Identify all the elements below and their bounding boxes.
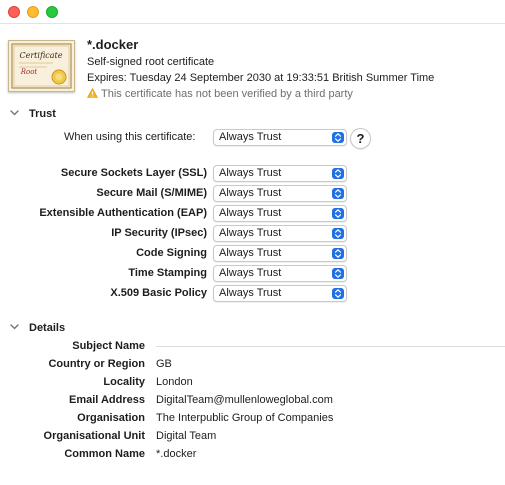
policy-label-eap: Extensible Authentication (EAP): [39, 207, 207, 219]
certificate-expiry: Expires: Tuesday 24 September 2030 at 19…: [87, 72, 435, 84]
subject-name-divider: [156, 346, 505, 347]
policy-value-time-stamping: Always Trust: [219, 267, 282, 279]
policy-popup-x509[interactable]: Always Trust: [213, 285, 347, 302]
minimize-window-button[interactable]: [27, 6, 39, 18]
details-section-toggle[interactable]: Details: [10, 321, 65, 334]
popup-arrows-icon: [332, 168, 344, 179]
policy-label-ssl: Secure Sockets Layer (SSL): [60, 167, 207, 179]
popup-arrows-icon: [332, 132, 344, 143]
popup-arrows-icon: [332, 208, 344, 219]
warning-icon: [86, 87, 99, 101]
certificate-warning: This certificate has not been verified b…: [86, 87, 353, 101]
policy-value-ssl: Always Trust: [219, 167, 282, 179]
detail-value-common-name: *.docker: [156, 448, 197, 460]
detail-label-country: Country or Region: [48, 358, 145, 370]
trust-section-toggle[interactable]: Trust: [10, 107, 56, 120]
detail-label-organisation: Organisation: [77, 412, 145, 424]
policy-popup-smime[interactable]: Always Trust: [213, 185, 347, 202]
detail-value-org-unit: Digital Team: [156, 430, 217, 442]
popup-arrows-icon: [332, 288, 344, 299]
certificate-type: Self-signed root certificate: [87, 56, 215, 68]
policy-label-time-stamping: Time Stamping: [128, 267, 207, 279]
policy-value-x509: Always Trust: [219, 287, 282, 299]
policy-popup-ssl[interactable]: Always Trust: [213, 165, 347, 182]
detail-label-locality: Locality: [103, 376, 145, 388]
policy-value-code-signing: Always Trust: [219, 247, 282, 259]
maximize-window-button[interactable]: [46, 6, 58, 18]
help-button[interactable]: ?: [350, 128, 371, 149]
policy-label-smime: Secure Mail (S/MIME): [96, 187, 207, 199]
policy-popup-time-stamping[interactable]: Always Trust: [213, 265, 347, 282]
detail-label-common-name: Common Name: [64, 448, 145, 460]
policy-value-eap: Always Trust: [219, 207, 282, 219]
detail-value-organisation: The Interpublic Group of Companies: [156, 412, 334, 424]
policy-label-x509: X.509 Basic Policy: [110, 287, 207, 299]
policy-value-ipsec: Always Trust: [219, 227, 282, 239]
policy-popup-eap[interactable]: Always Trust: [213, 205, 347, 222]
detail-label-email: Email Address: [68, 394, 145, 406]
close-window-button[interactable]: [8, 6, 20, 18]
certificate-icon: Certificate Root: [8, 40, 75, 92]
policy-value-smime: Always Trust: [219, 187, 282, 199]
when-using-popup[interactable]: Always Trust: [213, 129, 347, 146]
subject-name-heading: Subject Name: [72, 340, 145, 352]
title-bar: [0, 0, 505, 24]
policy-popup-code-signing[interactable]: Always Trust: [213, 245, 347, 262]
certificate-icon-title: Certificate: [20, 51, 63, 60]
policy-popup-ipsec[interactable]: Always Trust: [213, 225, 347, 242]
detail-value-email: DigitalTeam@mullenloweglobal.com: [156, 394, 333, 406]
policy-label-ipsec: IP Security (IPsec): [111, 227, 207, 239]
policy-label-code-signing: Code Signing: [136, 247, 207, 259]
certificate-icon-subtitle: Root: [20, 68, 38, 76]
when-using-value: Always Trust: [219, 131, 282, 143]
popup-arrows-icon: [332, 268, 344, 279]
certificate-name: *.docker: [87, 37, 139, 52]
chevron-down-icon: [10, 321, 20, 333]
chevron-down-icon: [10, 107, 20, 119]
detail-label-org-unit: Organisational Unit: [43, 430, 145, 442]
details-section-title: Details: [29, 322, 66, 334]
detail-value-locality: London: [156, 376, 193, 388]
detail-value-country: GB: [156, 358, 172, 370]
popup-arrows-icon: [332, 248, 344, 259]
when-using-label: When using this certificate:: [64, 131, 196, 143]
popup-arrows-icon: [332, 188, 344, 199]
certificate-warning-text: This certificate has not been verified b…: [101, 88, 353, 100]
popup-arrows-icon: [332, 228, 344, 239]
trust-section-title: Trust: [29, 108, 56, 120]
